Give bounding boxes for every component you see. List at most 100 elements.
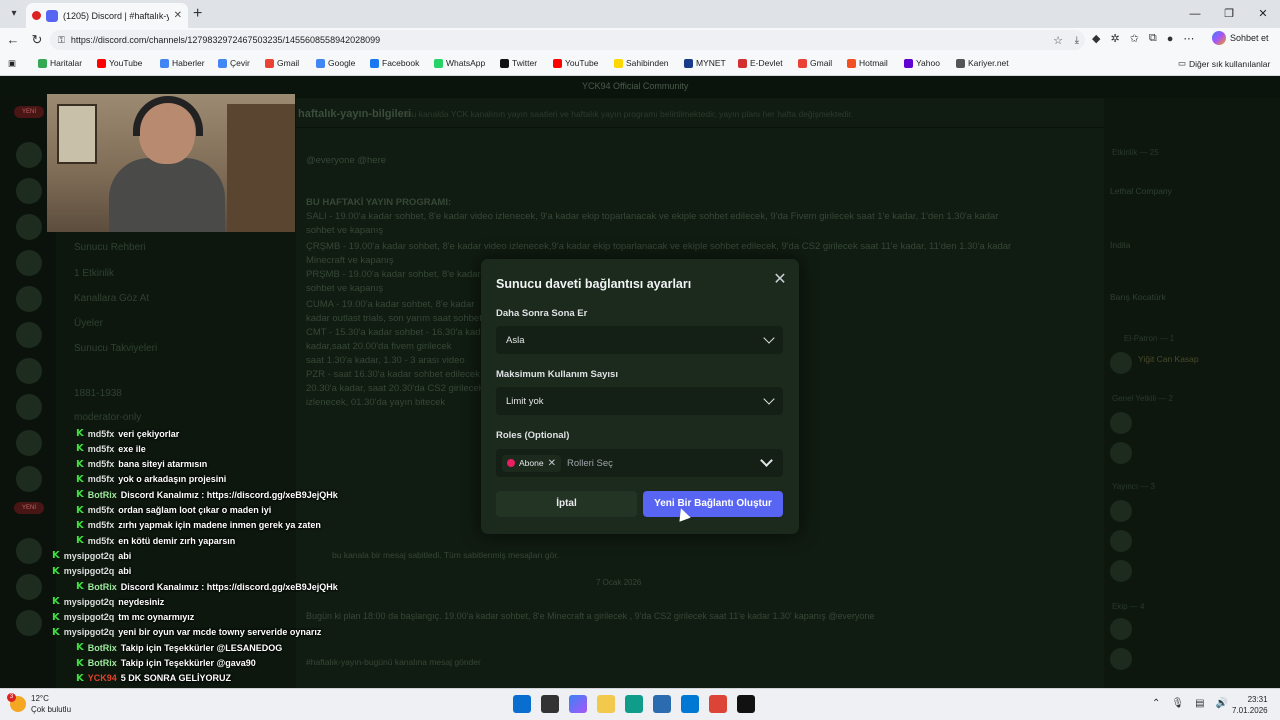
bookmark-item[interactable]: WhatsApp (434, 58, 485, 68)
sidebar-item-events[interactable]: 1 Etkinlik (74, 268, 114, 279)
bookmark-item[interactable]: Haritalar (38, 58, 82, 68)
sidebar-item-server-guide[interactable]: Sunucu Rehberi (74, 242, 146, 253)
server-icon[interactable] (16, 574, 42, 600)
site-info-icon[interactable]: ⚿ (58, 35, 65, 46)
cancel-button[interactable]: İptal (496, 491, 637, 517)
chat-username: md5fx (87, 428, 115, 439)
puzzle-icon[interactable]: ✲ (1110, 32, 1119, 45)
avatar[interactable] (1110, 412, 1132, 434)
apps-icon[interactable]: ▣ (8, 58, 16, 69)
avatar[interactable] (1110, 560, 1132, 582)
other-bookmarks[interactable]: ▭ Diğer sık kullanılanlar (1178, 58, 1270, 69)
tab-list-icon[interactable]: ▾ (6, 6, 22, 22)
sidebar-item-boosts[interactable]: Sunucu Takviyeleri (74, 343, 157, 354)
activity-item[interactable]: Lethal Company (1110, 186, 1172, 196)
expire-select[interactable]: Asla (496, 326, 783, 354)
server-icon[interactable] (16, 466, 42, 492)
chevron-up-icon[interactable]: ⌃ (1152, 698, 1160, 709)
close-icon[interactable]: ✕ (770, 270, 790, 290)
maximize-icon[interactable]: ❐ (1212, 0, 1246, 28)
max-uses-value: Limit yok (506, 395, 544, 407)
server-icon[interactable] (16, 358, 42, 384)
message-input[interactable]: #haftalık-yayın-bugünü kanalına mesaj gö… (306, 655, 906, 670)
server-icon[interactable] (16, 250, 42, 276)
tab-discord[interactable]: (1205) Discord | #haftalık-yayı ✕ (26, 3, 188, 28)
new-tab-icon[interactable]: + (193, 5, 202, 23)
bookmark-item[interactable]: Çevir (218, 58, 250, 68)
bookmark-item[interactable]: MYNET (684, 58, 726, 68)
server-icon[interactable] (16, 142, 42, 168)
outlook-icon[interactable] (681, 695, 699, 713)
bookmark-item[interactable]: Yahoo (904, 58, 940, 68)
bookmark-item[interactable]: Hotmail (847, 58, 888, 68)
close-tab-icon[interactable]: ✕ (174, 10, 182, 21)
server-icon[interactable] (16, 178, 42, 204)
bookmark-item[interactable]: Kariyer.net (956, 58, 1009, 68)
extension-icon[interactable]: ◆ (1092, 32, 1100, 45)
sidebar-item-members[interactable]: Üyeler (74, 318, 103, 329)
chat-message: K BotRix Takip için Teşekkürler @LESANEDOG (76, 640, 282, 655)
file-explorer-icon[interactable] (597, 695, 615, 713)
download-icon[interactable]: ⤓ (1075, 35, 1079, 46)
profile-icon[interactable]: ● (1167, 33, 1174, 45)
reload-icon[interactable]: ↻ (29, 32, 45, 48)
bookmark-item[interactable]: YouTube (97, 58, 142, 68)
chrome-icon[interactable] (709, 695, 727, 713)
avatar[interactable] (1110, 530, 1132, 552)
network-icon[interactable]: ▤ (1195, 698, 1204, 709)
favorite-star-icon[interactable]: ☆ (1053, 34, 1063, 47)
bookmark-item[interactable]: Facebook (370, 58, 419, 68)
server-icon[interactable] (16, 214, 42, 240)
close-window-icon[interactable]: ✕ (1246, 0, 1280, 28)
kick-badge-icon: K (76, 443, 84, 455)
server-icon[interactable] (16, 394, 42, 420)
remove-role-icon[interactable]: ✕ (548, 458, 556, 469)
obs-icon[interactable] (737, 695, 755, 713)
activity-item[interactable]: İndila (1110, 240, 1130, 250)
task-view-icon[interactable] (541, 695, 559, 713)
bookmark-item[interactable]: YouTube (553, 58, 598, 68)
collections-icon[interactable]: ⧉ (1149, 32, 1157, 45)
roles-select[interactable]: Abone ✕ Rolleri Seç (496, 449, 783, 477)
start-icon[interactable] (513, 695, 531, 713)
server-icon[interactable] (16, 610, 42, 636)
notification-badge-icon (32, 11, 41, 20)
bookmark-label: Twitter (512, 58, 538, 68)
activity-item[interactable]: Barış Kocatürk (1110, 292, 1166, 302)
back-icon[interactable]: ← (5, 32, 21, 47)
avatar[interactable] (1110, 500, 1132, 522)
create-link-button[interactable]: Yeni Bir Bağlantı Oluştur (643, 491, 783, 517)
more-icon[interactable]: ⋯ (1183, 32, 1194, 45)
avatar[interactable] (1110, 618, 1132, 640)
mic-icon[interactable]: 🎙 (1171, 698, 1184, 709)
sidebar-item-browse-channels[interactable]: Kanallara Göz At (74, 293, 149, 304)
url-field[interactable]: ⚿ https://discord.com/channels/127983297… (50, 30, 1085, 50)
server-icon[interactable] (16, 538, 42, 564)
max-uses-select[interactable]: Limit yok (496, 387, 783, 415)
bookmark-item[interactable]: Gmail (265, 58, 299, 68)
bookmark-item[interactable]: Google (316, 58, 355, 68)
minimize-icon[interactable]: — (1178, 0, 1212, 28)
member-name[interactable]: Yiğit Can Kasap (1138, 354, 1199, 364)
copilot-app-icon[interactable] (569, 695, 587, 713)
avatar[interactable] (1110, 352, 1132, 374)
clock[interactable]: 23:31 7.01.2026 (1232, 694, 1268, 716)
channel-item[interactable]: 1881-1938 (74, 388, 122, 399)
copilot-button[interactable]: Sohbet et (1212, 31, 1269, 45)
server-icon[interactable] (16, 322, 42, 348)
bookmark-item[interactable]: Gmail (798, 58, 832, 68)
avatar[interactable] (1110, 648, 1132, 670)
store-icon[interactable] (653, 695, 671, 713)
bookmark-item[interactable]: Twitter (500, 58, 537, 68)
favorites-icon[interactable]: ✩ (1130, 32, 1139, 45)
server-icon[interactable] (16, 286, 42, 312)
server-icon[interactable] (16, 430, 42, 456)
bookmark-item[interactable]: Sahibinden (614, 58, 669, 68)
bookmark-item[interactable]: Haberler (160, 58, 205, 68)
bookmark-item[interactable]: E-Devlet (738, 58, 783, 68)
volume-icon[interactable]: 🔊 (1216, 698, 1228, 709)
weather-widget[interactable]: 3 12°C Çok bulutlu (7, 693, 71, 715)
edge-icon[interactable] (625, 695, 643, 713)
channel-item[interactable]: moderator-only (74, 412, 141, 423)
avatar[interactable] (1110, 442, 1132, 464)
